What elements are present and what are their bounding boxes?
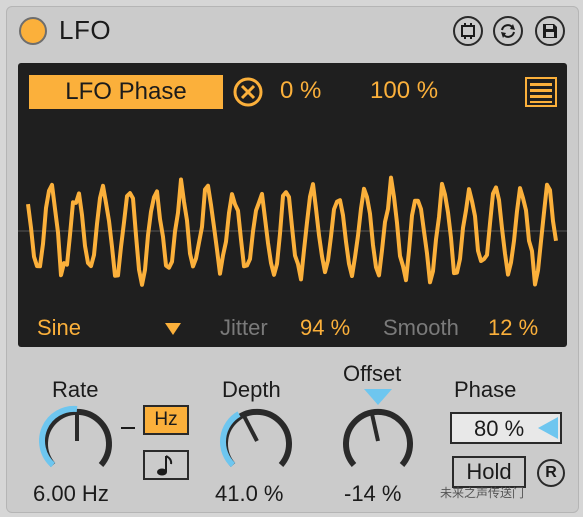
phase-slider[interactable]: 80 % <box>450 412 562 444</box>
depth-knob[interactable] <box>219 403 295 479</box>
offset-label: Offset <box>343 361 402 386</box>
menu-icon[interactable] <box>525 77 557 107</box>
min-range-value[interactable]: 0 % <box>280 77 321 105</box>
device-titlebar: LFO <box>7 7 578 53</box>
lfo-waveform <box>18 175 567 287</box>
lfo-device: LFO LFO Phase 0 % 100 % Sine Jitter 94 %… <box>6 6 579 513</box>
lfo-shape-select[interactable]: Sine <box>37 315 81 341</box>
hot-swap-button[interactable] <box>493 16 523 46</box>
note-icon <box>157 455 173 476</box>
rate-hz-button[interactable]: Hz <box>143 405 189 435</box>
rate-mode-separator <box>121 427 135 429</box>
max-range-value[interactable]: 100 % <box>370 77 438 105</box>
jitter-label: Jitter <box>220 315 268 340</box>
rate-value[interactable]: 6.00 Hz <box>33 481 109 507</box>
device-power-toggle[interactable] <box>19 17 47 45</box>
map-target-button[interactable]: LFO Phase <box>29 75 223 109</box>
retrigger-button[interactable]: R <box>537 459 565 487</box>
phase-value: 80 % <box>474 416 525 441</box>
device-title: LFO <box>59 15 112 45</box>
smooth-value[interactable]: 12 % <box>488 315 538 341</box>
save-icon <box>543 24 557 38</box>
map-icon <box>461 23 475 39</box>
offset-knob[interactable] <box>340 403 416 479</box>
watermark: 未来之声传送门 <box>440 486 525 500</box>
map-button[interactable] <box>453 16 483 46</box>
rate-knob[interactable] <box>39 403 115 479</box>
phase-label: Phase <box>454 377 517 402</box>
hot-swap-icon <box>501 24 515 38</box>
smooth-label: Smooth <box>383 315 459 340</box>
offset-value[interactable]: -14 % <box>344 481 401 507</box>
clear-mapping-icon[interactable] <box>232 76 264 108</box>
jitter-value[interactable]: 94 % <box>300 315 350 341</box>
lfo-display: LFO Phase 0 % 100 % Sine Jitter 94 % Smo… <box>18 63 567 347</box>
depth-value[interactable]: 41.0 % <box>215 481 284 507</box>
dropdown-arrow-icon[interactable] <box>165 323 181 335</box>
depth-label: Depth <box>222 377 281 402</box>
rate-label: Rate <box>52 377 99 402</box>
phase-pointer-icon <box>538 417 558 439</box>
rate-sync-button[interactable] <box>143 450 189 480</box>
save-preset-button[interactable] <box>535 16 565 46</box>
